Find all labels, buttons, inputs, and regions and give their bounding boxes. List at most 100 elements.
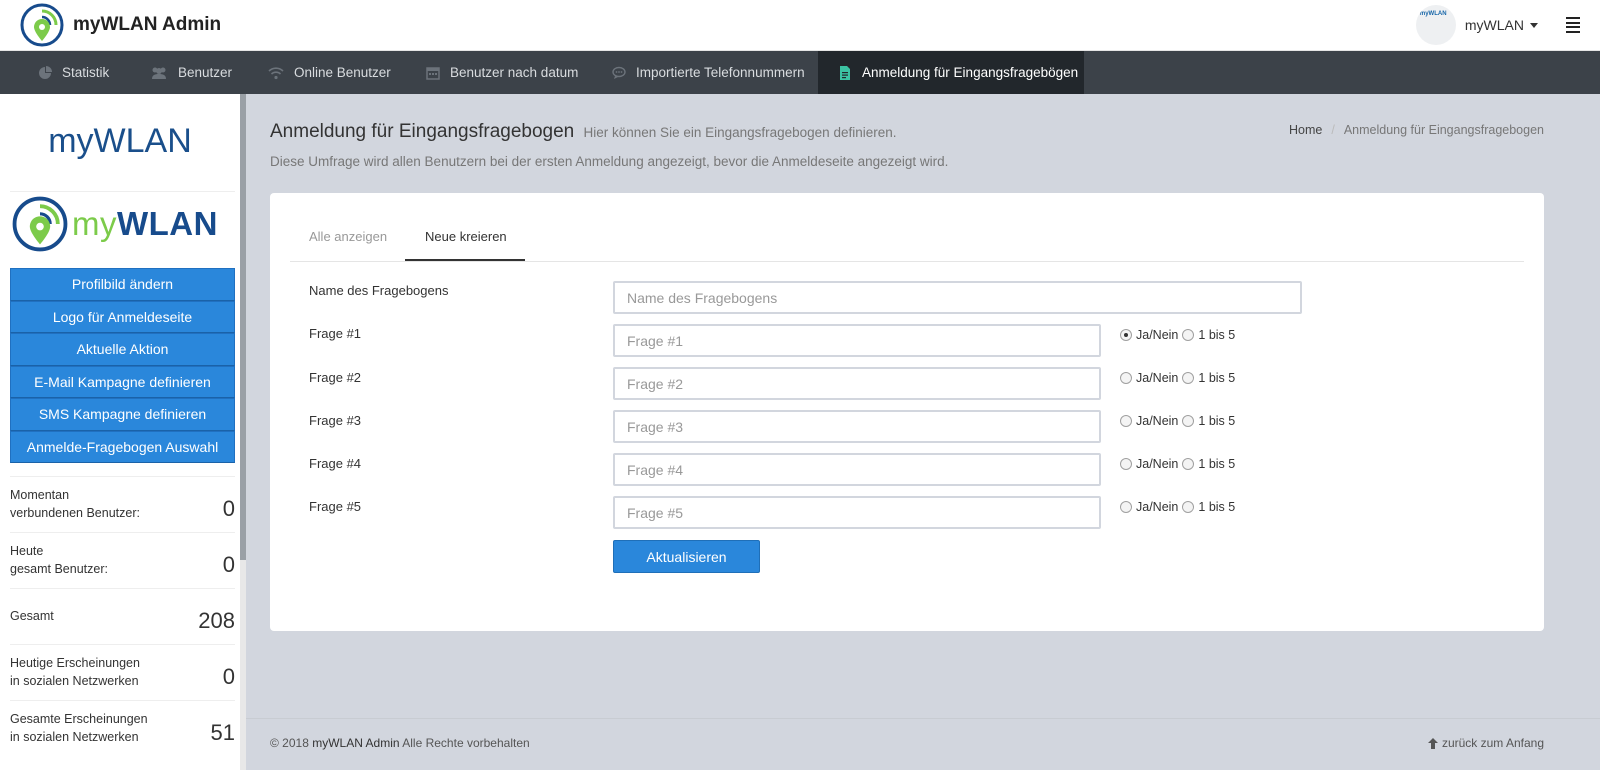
- arrow-up-icon: [1427, 737, 1438, 749]
- radio-label: Ja/Nein: [1136, 414, 1179, 428]
- nav-label: Benutzer nach datum: [450, 65, 579, 80]
- radio-label: 1 bis 5: [1198, 371, 1236, 385]
- question-2-yesno-radio[interactable]: [1120, 372, 1132, 384]
- nav-label: Benutzer: [178, 65, 233, 80]
- question-4-label: Frage #4: [309, 456, 362, 471]
- logo-wordmark: myWLAN: [72, 205, 218, 243]
- divider: [10, 191, 235, 192]
- nav-item-anmeldung-fragebogen[interactable]: Anmeldung für Eingangsfragebögen: [818, 51, 1084, 94]
- back-to-top-link[interactable]: zurück zum Anfang: [1427, 736, 1544, 750]
- stat-value: 51: [210, 720, 235, 745]
- question-4-type: Ja/Nein 1 bis 5: [1120, 457, 1235, 471]
- brand[interactable]: myWLAN Admin: [20, 2, 221, 48]
- question-1-yesno-radio[interactable]: [1120, 329, 1132, 341]
- nav-item-importierte-telefonnummern[interactable]: Importierte Telefonnummern: [592, 51, 805, 94]
- mywlan-logo-icon: [20, 3, 64, 47]
- question-4-input[interactable]: [613, 453, 1101, 486]
- top-header: myWLAN Admin myWLAN myWLAN: [0, 0, 1600, 51]
- sidebar-logo: myWLAN: [12, 194, 236, 254]
- questionnaire-name-input[interactable]: [613, 281, 1302, 314]
- caret-down-icon: [1530, 22, 1538, 28]
- nav-item-statistik[interactable]: Statistik: [18, 51, 109, 94]
- login-page-logo-button[interactable]: Logo für Anmeldeseite: [10, 300, 235, 333]
- chat-icon: [612, 66, 626, 79]
- question-3-label: Frage #3: [309, 413, 362, 428]
- stat-today-users: Heute gesamt Benutzer: 0: [10, 542, 235, 578]
- wifi-icon: [268, 66, 284, 79]
- change-profile-picture-button[interactable]: Profilbild ändern: [10, 268, 235, 301]
- pie-chart-icon: [39, 65, 52, 79]
- logo-my: my: [72, 205, 117, 242]
- question-5-input[interactable]: [613, 496, 1101, 529]
- radio-label: Ja/Nein: [1136, 371, 1179, 385]
- stat-today-social: Heutige Erscheinungen in sozialen Netzwe…: [10, 654, 235, 690]
- login-questionnaire-select-button[interactable]: Anmelde-Fragebogen Auswahl: [10, 430, 235, 463]
- radio-label: Ja/Nein: [1136, 500, 1179, 514]
- footer-brand: myWLAN Admin: [312, 736, 400, 750]
- nav-label: Importierte Telefonnummern: [636, 65, 805, 80]
- sms-campaign-button[interactable]: SMS Kampagne definieren: [10, 398, 235, 431]
- stat-value: 0: [222, 664, 235, 689]
- tab-bar: Alle anzeigen Neue kreieren: [290, 193, 1524, 262]
- stat-total-users: Gesamt 208: [10, 607, 235, 634]
- breadcrumb-separator: /: [1331, 123, 1335, 137]
- user-menu[interactable]: myWLAN myWLAN: [1415, 5, 1538, 45]
- users-icon: [152, 67, 166, 79]
- tab-show-all[interactable]: Alle anzeigen: [309, 229, 387, 244]
- question-4-yesno-radio[interactable]: [1120, 458, 1132, 470]
- calendar-icon: [426, 66, 440, 80]
- question-5-type: Ja/Nein 1 bis 5: [1120, 500, 1235, 514]
- breadcrumb-current: Anmeldung für Eingangsfragebogen: [1343, 123, 1544, 137]
- nav-item-benutzer-nach-datum[interactable]: Benutzer nach datum: [406, 51, 578, 94]
- divider: [10, 588, 235, 589]
- questionnaire-card: Alle anzeigen Neue kreieren Name des Fra…: [270, 193, 1544, 631]
- nav-item-online-benutzer[interactable]: Online Benutzer: [248, 51, 391, 94]
- tab-create-new[interactable]: Neue kreieren: [425, 229, 507, 244]
- breadcrumb: Home / Anmeldung für Eingangsfragebogen: [1289, 123, 1544, 137]
- question-2-type: Ja/Nein 1 bis 5: [1120, 371, 1235, 385]
- question-2-label: Frage #2: [309, 370, 362, 385]
- breadcrumb-home-link[interactable]: Home: [1289, 123, 1322, 137]
- questionnaire-name-label: Name des Fragebogens: [309, 283, 449, 298]
- question-5-scale-radio[interactable]: [1182, 501, 1195, 513]
- nav-item-benutzer[interactable]: Benutzer: [130, 51, 232, 94]
- copyright: © 2018 myWLAN Admin Alle Rechte vorbehal…: [270, 736, 530, 750]
- question-3-scale-radio[interactable]: [1182, 415, 1195, 427]
- app-title: myWLAN Admin: [73, 14, 222, 35]
- stat-label: verbundenen Benutzer:: [10, 506, 140, 520]
- question-3-yesno-radio[interactable]: [1120, 415, 1132, 427]
- question-1-label: Frage #1: [309, 326, 362, 341]
- question-1-input[interactable]: [613, 324, 1101, 357]
- divider: [10, 532, 235, 533]
- sidebar-scrollbar-thumb[interactable]: [240, 94, 246, 560]
- sidebar: myWLAN myWLAN Profilbild ändern Logo für…: [0, 94, 240, 770]
- question-2-input[interactable]: [613, 367, 1101, 400]
- sidebar-title: myWLAN: [48, 122, 192, 160]
- avatar: myWLAN: [1415, 5, 1456, 45]
- stat-total-social: Gesamte Erscheinungen in sozialen Netzwe…: [10, 710, 235, 746]
- divider: [10, 644, 235, 645]
- page-subtitle: Hier können Sie ein Eingangsfragebogen d…: [583, 125, 897, 140]
- question-1-scale-radio[interactable]: [1182, 329, 1195, 341]
- menu-toggle-icon[interactable]: [1566, 17, 1580, 33]
- active-tab-indicator: [405, 259, 525, 261]
- question-2-scale-radio[interactable]: [1182, 372, 1195, 384]
- divider: [10, 700, 235, 701]
- question-5-label: Frage #5: [309, 499, 362, 514]
- document-icon: [840, 65, 850, 80]
- footer: © 2018 myWLAN Admin Alle Rechte vorbehal…: [246, 718, 1600, 770]
- radio-label: 1 bis 5: [1198, 500, 1236, 514]
- question-4-scale-radio[interactable]: [1182, 458, 1195, 470]
- question-5-yesno-radio[interactable]: [1120, 501, 1132, 513]
- update-button[interactable]: Aktualisieren: [613, 540, 760, 573]
- radio-label: 1 bis 5: [1198, 457, 1236, 471]
- question-3-input[interactable]: [613, 410, 1101, 443]
- radio-label: 1 bis 5: [1198, 414, 1236, 428]
- radio-label: Ja/Nein: [1136, 328, 1179, 342]
- question-3-type: Ja/Nein 1 bis 5: [1120, 414, 1235, 428]
- nav-label: Online Benutzer: [294, 65, 391, 80]
- page-title: Anmeldung für Eingangsfragebogen Hier kö…: [270, 121, 897, 143]
- email-campaign-button[interactable]: E-Mail Kampagne definieren: [10, 365, 235, 398]
- current-action-button[interactable]: Aktuelle Aktion: [10, 333, 235, 366]
- nav-label: Anmeldung für Eingangsfragebögen: [862, 65, 1079, 80]
